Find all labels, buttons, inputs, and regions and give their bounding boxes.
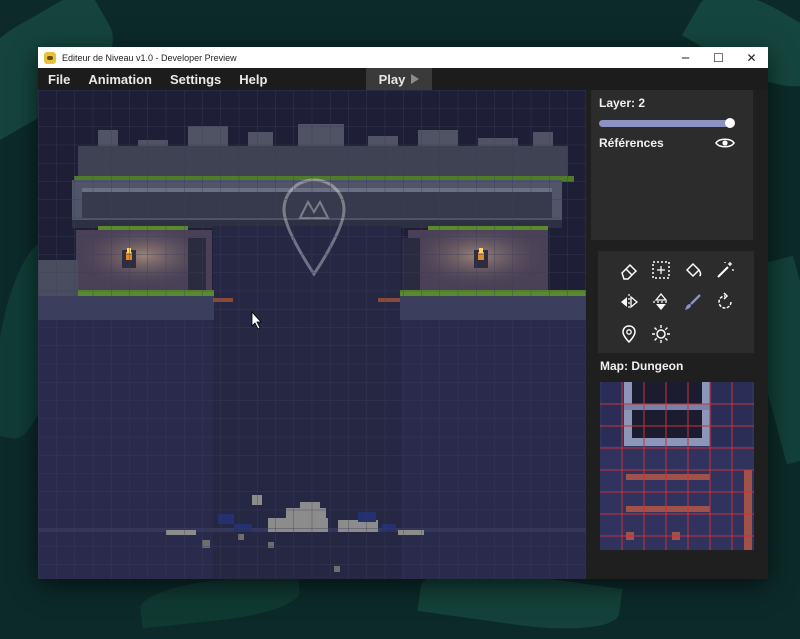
title-bar: Editeur de Niveau v1.0 - Developer Previ…: [38, 47, 768, 68]
fill-tool[interactable]: [680, 257, 706, 283]
eraser-icon: [621, 263, 638, 280]
location-pin-tool[interactable]: [616, 321, 642, 347]
eye-icon[interactable]: [715, 136, 735, 150]
select-icon: [652, 261, 670, 279]
layer-slider[interactable]: [599, 120, 729, 127]
menu-bar: File Animation Settings Help Play: [38, 68, 768, 90]
references-label: Références: [599, 136, 664, 150]
window-title: Editeur de Niveau v1.0 - Developer Previ…: [62, 52, 237, 63]
play-label: Play: [378, 71, 406, 87]
menu-animation[interactable]: Animation: [78, 72, 160, 87]
map-label: Map: Dungeon: [600, 359, 684, 373]
menu-settings[interactable]: Settings: [160, 72, 229, 87]
play-icon: [411, 74, 420, 84]
flip-vertical-icon: [653, 292, 669, 310]
maximize-button[interactable]: ☐: [702, 47, 735, 68]
rotate-icon: [718, 292, 732, 309]
magic-wand-icon: [717, 262, 734, 278]
minimize-button[interactable]: ─: [669, 47, 702, 68]
app-icon: [44, 51, 56, 64]
layers-panel: Layer: 2 Références: [591, 90, 753, 240]
level-scene: [38, 90, 586, 579]
level-canvas[interactable]: [38, 90, 586, 579]
menu-help[interactable]: Help: [229, 72, 275, 87]
light-icon: [652, 325, 670, 343]
close-button[interactable]: ✕: [735, 47, 768, 68]
layer-label: Layer: 2: [599, 96, 646, 110]
flip-horizontal-icon: [621, 294, 639, 310]
tileset-palette[interactable]: [600, 382, 754, 550]
menu-file[interactable]: File: [38, 72, 78, 87]
tileset-image: [600, 382, 754, 550]
brush-tool[interactable]: [680, 289, 706, 315]
eraser-tool[interactable]: [616, 257, 642, 283]
play-button[interactable]: Play: [366, 68, 432, 90]
select-tool[interactable]: [648, 257, 674, 283]
leaf-decoration: [138, 571, 302, 629]
brush-icon: [685, 294, 701, 310]
tools-panel: [598, 251, 754, 353]
layer-slider-knob[interactable]: [725, 118, 735, 128]
flip-horizontal-tool[interactable]: [616, 289, 642, 315]
location-pin-icon: [622, 325, 636, 344]
fill-icon: [685, 262, 702, 278]
light-tool[interactable]: [648, 321, 674, 347]
magic-wand-tool[interactable]: [712, 257, 738, 283]
rotate-tool[interactable]: [712, 289, 738, 315]
flip-vertical-tool[interactable]: [648, 289, 674, 315]
editor-window: Editeur de Niveau v1.0 - Developer Previ…: [38, 47, 768, 579]
tile-grid: [38, 90, 586, 579]
window-controls: ─ ☐ ✕: [669, 47, 768, 68]
